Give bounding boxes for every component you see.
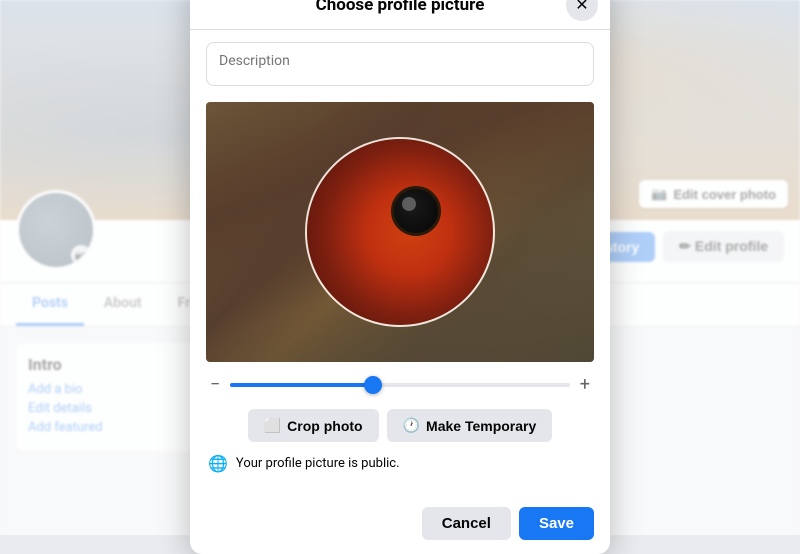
slider-fill [230, 383, 373, 387]
image-editor [206, 102, 594, 362]
description-input[interactable] [206, 42, 594, 86]
circle-crop-preview [305, 137, 495, 327]
make-temporary-label: Make Temporary [426, 418, 536, 434]
modal-title: Choose profile picture [316, 0, 485, 15]
zoom-in-button[interactable]: + [580, 374, 590, 395]
privacy-row: 🌐 Your profile picture is public. [206, 454, 594, 473]
save-button[interactable]: Save [519, 507, 594, 540]
crop-photo-button[interactable]: ⬜ Crop photo [248, 409, 379, 442]
slider-track[interactable] [230, 383, 569, 387]
zoom-out-button[interactable]: − [210, 374, 220, 395]
preview-image [307, 139, 493, 325]
make-temporary-button[interactable]: 🕐 Make Temporary [387, 409, 553, 442]
close-icon: ✕ [575, 0, 588, 15]
clock-icon: 🕐 [403, 417, 420, 434]
crop-icon: ⬜ [264, 417, 281, 434]
zoom-slider-row: − + [206, 374, 594, 395]
slider-thumb[interactable] [364, 376, 382, 394]
cancel-label: Cancel [442, 515, 491, 532]
crop-photo-label: Crop photo [287, 418, 362, 434]
modal-body: − + ⬜ Crop photo 🕐 Make Temporary [190, 30, 610, 497]
modal-overlay: Choose profile picture ✕ − [0, 0, 800, 535]
modal-close-button[interactable]: ✕ [566, 0, 598, 21]
save-label: Save [539, 515, 574, 532]
privacy-text: Your profile picture is public. [236, 456, 400, 471]
choose-profile-picture-modal: Choose profile picture ✕ − [190, 0, 610, 554]
modal-footer: Cancel Save [190, 497, 610, 554]
monster-eye-detail [391, 186, 441, 236]
action-buttons-row: ⬜ Crop photo 🕐 Make Temporary [206, 409, 594, 442]
cancel-button[interactable]: Cancel [422, 507, 511, 540]
globe-icon: 🌐 [208, 454, 228, 473]
modal-header: Choose profile picture ✕ [190, 0, 610, 30]
